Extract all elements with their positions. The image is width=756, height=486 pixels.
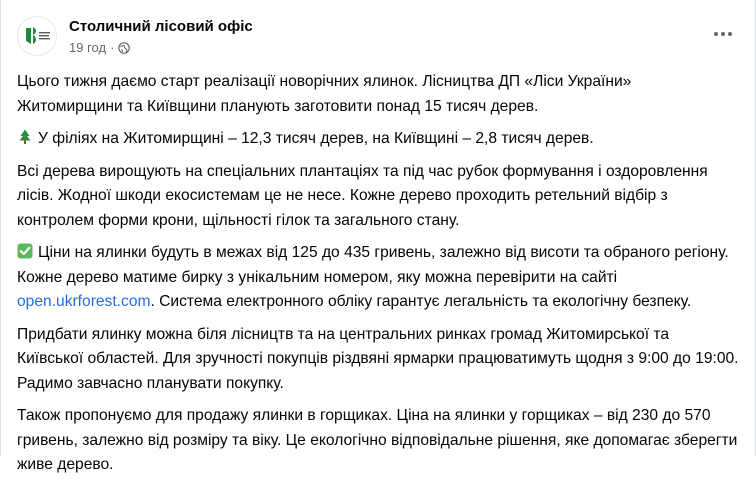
ellipsis-icon xyxy=(728,32,732,36)
post-paragraph: Також пропонуємо для продажу ялинки в го… xyxy=(17,407,738,473)
post-paragraph: Ціни на ялинки будуть в межах від 125 до… xyxy=(17,241,739,315)
post-paragraph: Всі дерева вирощують на спеціальних план… xyxy=(17,162,708,229)
paragraph-text: У філіях на Житомирщині – 12,3 тисяч дер… xyxy=(38,130,594,147)
paragraph-text: . Система електронного обліку гарантує л… xyxy=(150,293,692,310)
check-mark-icon xyxy=(17,243,33,259)
post-paragraph: Цього тижня даємо старт реалізації новор… xyxy=(17,73,632,115)
post-timestamp[interactable]: 19 год xyxy=(69,40,106,56)
forest-office-logo-icon xyxy=(18,17,56,55)
post-body: Цього тижня даємо старт реалізації новор… xyxy=(17,70,739,486)
page-avatar[interactable] xyxy=(17,16,57,56)
post-meta: 19 год · xyxy=(69,40,131,56)
ellipsis-icon xyxy=(714,32,718,36)
ellipsis-icon xyxy=(721,32,725,36)
post-paragraph: У філіях на Житомирщині – 12,3 тисяч дер… xyxy=(17,127,739,152)
page-name-link[interactable]: Столичний лісовий офіс xyxy=(69,17,253,37)
meta-separator: · xyxy=(110,40,115,55)
post-paragraph: Придбати ялинку можна біля лісництв та н… xyxy=(17,325,739,392)
post-header: Столичний лісовий офіс 19 год · xyxy=(1,0,755,68)
ukrforest-link[interactable]: open.ukrforest.com xyxy=(17,293,150,310)
globe-icon[interactable] xyxy=(118,42,131,54)
more-options-button[interactable] xyxy=(705,22,741,46)
facebook-post: Столичний лісовий офіс 19 год · Цього ти… xyxy=(0,0,756,473)
paragraph-text: Ціни на ялинки будуть в межах від 125 до… xyxy=(17,244,729,286)
evergreen-tree-icon xyxy=(19,129,31,144)
